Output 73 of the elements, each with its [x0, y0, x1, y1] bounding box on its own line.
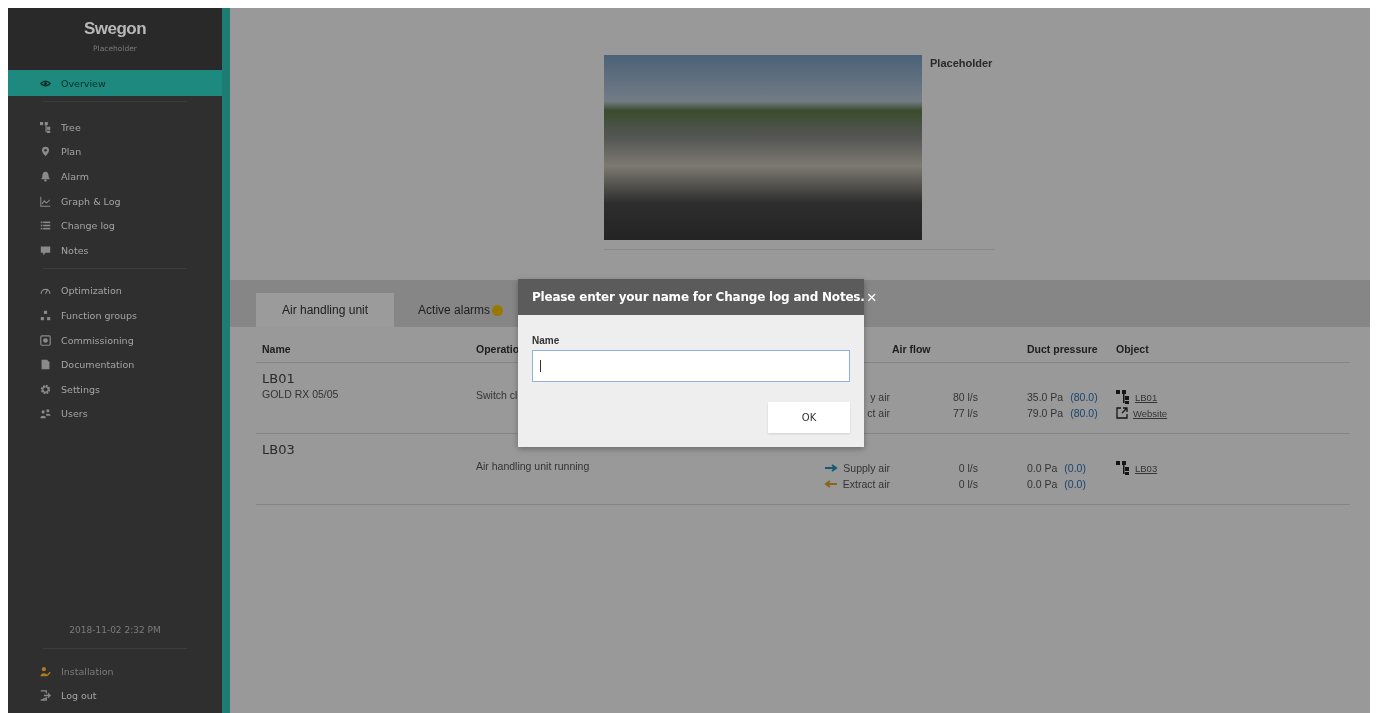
right-arrow-icon — [824, 463, 839, 473]
column-header: Air flow — [892, 343, 931, 355]
nav-item[interactable]: Optimization — [8, 278, 222, 304]
tab[interactable]: Active alarms — [394, 293, 528, 327]
tab[interactable]: Air handling unit — [256, 293, 395, 327]
nav-item[interactable]: Tree — [8, 115, 222, 140]
logout-icon — [40, 690, 51, 702]
alarm-badge — [492, 304, 504, 316]
pressure-setpoint: (0.0) — [1064, 462, 1086, 474]
nav-item[interactable]: Settings — [8, 376, 222, 402]
operation-status: Air handling unit running — [476, 460, 590, 472]
speech-bubble-icon — [40, 244, 51, 256]
nav-item[interactable]: Graph & Log — [8, 188, 222, 214]
column-header: Object — [1116, 343, 1149, 355]
nav-item[interactable]: Log out — [8, 683, 222, 708]
pressure-value: 0.0 Pa — [1027, 478, 1058, 490]
settings-icon — [40, 383, 51, 395]
nav-item[interactable]: Overview — [8, 70, 222, 96]
timestamp: 2018-11-02 2:32 PM — [68, 624, 162, 635]
air-flow-value: 80 l/s — [952, 391, 978, 403]
air-flow-value: 0 l/s — [958, 478, 978, 490]
list-icon — [40, 220, 51, 232]
fan-box-icon — [40, 334, 51, 346]
close-button[interactable]: × — [864, 288, 879, 306]
pressure-setpoint: (80.0) — [1070, 407, 1098, 419]
line-graph-icon — [40, 195, 51, 207]
column-header: Duct pressure — [1027, 343, 1098, 355]
external-link-icon — [1116, 407, 1128, 419]
user-wrench-icon — [40, 665, 51, 677]
nav-item[interactable]: Alarm — [8, 164, 222, 189]
hierarchy-icon — [1116, 461, 1130, 475]
air-type: Supply air — [843, 462, 890, 474]
hierarchy-icon — [1116, 390, 1130, 404]
eye-icon — [40, 77, 51, 89]
object-link[interactable]: LB01 — [1135, 391, 1158, 403]
bell-icon — [40, 171, 51, 182]
left-arrow-icon — [823, 479, 838, 489]
nav-item[interactable]: Users — [8, 401, 222, 427]
pressure-value: 0.0 Pa — [1027, 462, 1058, 474]
nodes-icon — [40, 309, 51, 321]
pressure-value: 79.0 Pa — [1027, 407, 1064, 419]
hierarchy-icon — [40, 121, 51, 133]
nav-item[interactable]: Commissioning — [8, 327, 222, 353]
column-header: Operatio — [476, 343, 520, 355]
field-label: Name — [532, 335, 561, 346]
map-pin-icon — [40, 146, 51, 158]
dialog-title: Please enter your name for Change log and Notes. — [532, 290, 865, 304]
unit-model: GOLD RX 05/05 — [262, 388, 340, 400]
nav-item[interactable]: Notes — [8, 237, 222, 263]
building-name: Placeholder — [930, 57, 993, 71]
object-link[interactable]: Website — [1133, 407, 1168, 419]
unit-name: LB01 — [262, 371, 296, 386]
air-type: y air — [870, 391, 890, 403]
name-field[interactable] — [532, 350, 850, 382]
pressure-setpoint: (80.0) — [1070, 391, 1098, 403]
nav-item[interactable]: Function groups — [8, 303, 222, 328]
air-flow-value: 77 l/s — [952, 407, 978, 419]
logo: Swegon — [83, 19, 147, 39]
unit-name: LB03 — [262, 442, 296, 457]
ok-button[interactable]: OK — [768, 402, 850, 433]
nav-item[interactable]: Documentation — [8, 352, 222, 377]
nav-item[interactable]: Plan — [8, 139, 222, 165]
column-header: Name — [262, 343, 291, 355]
object-link[interactable]: LB03 — [1135, 462, 1158, 474]
users-icon — [40, 408, 51, 420]
air-type: Extract air — [842, 478, 890, 490]
pressure-setpoint: (0.0) — [1064, 478, 1086, 490]
air-type: ct air — [867, 407, 890, 419]
pressure-value: 35.0 Pa — [1027, 391, 1064, 403]
document-icon — [40, 359, 51, 371]
air-flow-value: 0 l/s — [958, 462, 978, 474]
nav-item[interactable]: Change log — [8, 213, 222, 238]
operation-status: Switch cl — [476, 389, 518, 401]
